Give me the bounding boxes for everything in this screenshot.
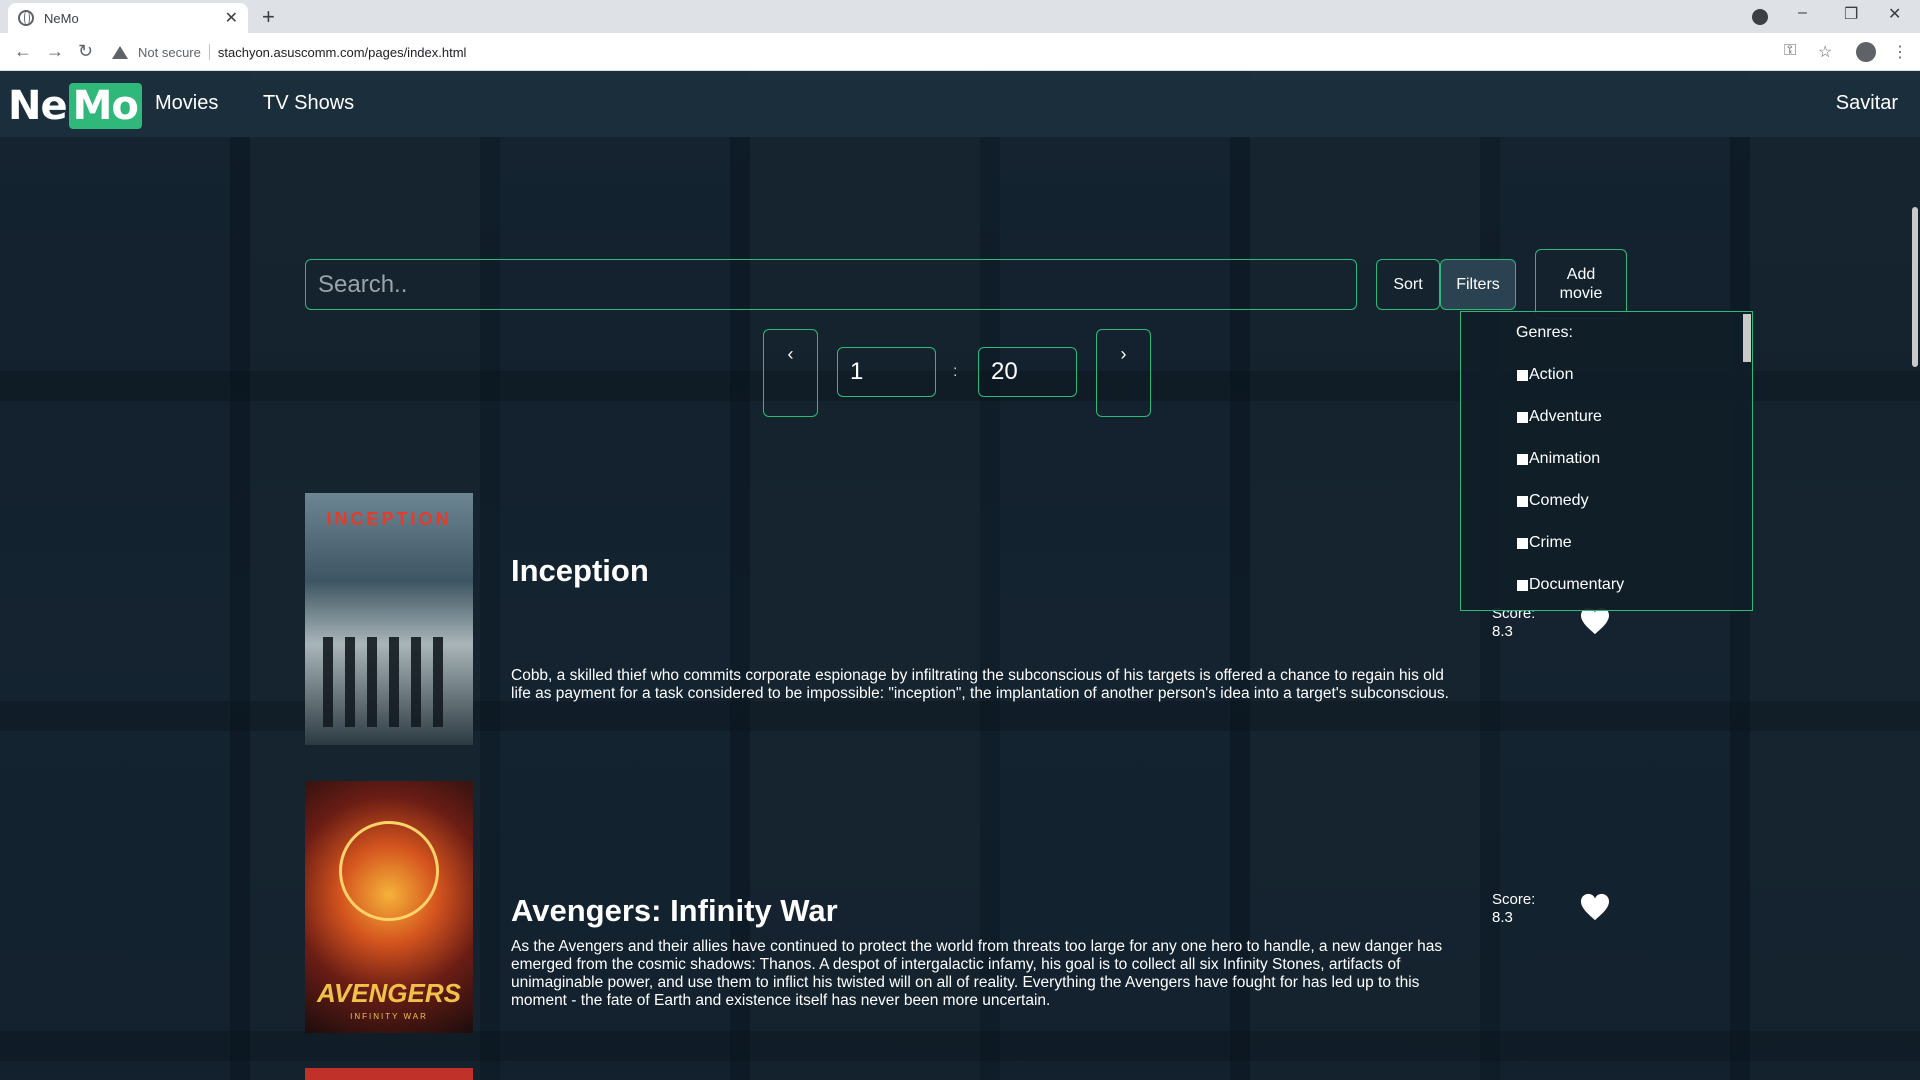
profile-avatar-icon[interactable]: [1856, 42, 1876, 62]
genre-option[interactable]: Action: [1517, 366, 1573, 384]
add-movie-button[interactable]: Add movie: [1535, 249, 1627, 319]
movie-description: As the Avengers and their allies have co…: [511, 938, 1443, 1009]
minimize-icon[interactable]: –: [1798, 4, 1807, 22]
heart-icon[interactable]: [1580, 893, 1610, 921]
genres-title: Genres:: [1516, 324, 1573, 341]
movie-score: Score: 8.3: [1492, 891, 1536, 926]
genre-checkbox[interactable]: [1517, 495, 1528, 507]
tab-title: NeMo: [44, 10, 79, 26]
site-navbar: Ne Mo Movies TV Shows Savitar: [0, 71, 1920, 137]
globe-icon: [18, 10, 34, 26]
movie-poster[interactable]: [305, 1068, 473, 1080]
warning-icon: [112, 45, 128, 59]
genre-option[interactable]: Crime: [1517, 534, 1572, 552]
search-input[interactable]: [305, 259, 1357, 310]
genre-checkbox[interactable]: [1517, 453, 1528, 465]
nemo-logo[interactable]: Ne Mo: [8, 83, 142, 129]
star-icon[interactable]: ☆: [1818, 42, 1832, 62]
genre-checkbox[interactable]: [1517, 411, 1528, 423]
user-name[interactable]: Savitar: [1836, 92, 1898, 115]
add-movie-label: Add movie: [1559, 266, 1603, 302]
url-text[interactable]: stachyon.asuscomm.com/pages/index.html: [218, 45, 467, 60]
movie-description: Cobb, a skilled thief who commits corpor…: [511, 667, 1449, 702]
browser-tab[interactable]: NeMo ✕: [8, 3, 248, 33]
filters-dropdown: Genres: Action Adventure Animation Comed…: [1460, 311, 1753, 611]
nav-movies[interactable]: Movies: [155, 92, 218, 115]
movie-title[interactable]: Inception: [511, 553, 649, 589]
genre-option[interactable]: Adventure: [1517, 408, 1602, 426]
prev-page-button[interactable]: ‹: [763, 329, 818, 417]
sort-button[interactable]: Sort: [1376, 259, 1440, 310]
movie-title[interactable]: Avengers: Infinity War: [511, 893, 838, 929]
browser-tabbar: NeMo ✕ + – ❐ ✕: [0, 0, 1920, 33]
close-tab-icon[interactable]: ✕: [225, 8, 238, 28]
scroll-thumb[interactable]: [1912, 207, 1918, 367]
tab-search-icon[interactable]: [1752, 9, 1768, 25]
omnibox[interactable]: Not secure stachyon.asuscomm.com/pages/i…: [112, 39, 466, 65]
movie-card: AVENGERS INFINITY WAR Avengers: Infinity…: [286, 781, 1866, 1071]
genre-checkbox[interactable]: [1517, 369, 1528, 381]
address-bar: ← → ↻ Not secure stachyon.asuscomm.com/p…: [0, 33, 1920, 71]
movie-poster[interactable]: AVENGERS INFINITY WAR: [305, 781, 473, 1033]
movie-poster[interactable]: INCEPTION: [305, 493, 473, 745]
genre-option[interactable]: Documentary: [1517, 576, 1624, 594]
key-icon[interactable]: ⚿: [1784, 42, 1796, 60]
filters-scrollbar[interactable]: [1742, 312, 1752, 610]
not-secure-label: Not secure: [138, 44, 201, 60]
genre-checkbox[interactable]: [1517, 579, 1528, 591]
genre-option[interactable]: Comedy: [1517, 492, 1589, 510]
back-icon[interactable]: ←: [14, 41, 32, 62]
page: Ne Mo Movies TV Shows Savitar Sort Filte…: [0, 71, 1920, 1080]
next-page-button[interactable]: ›: [1096, 329, 1151, 417]
heart-icon[interactable]: [1580, 607, 1610, 635]
menu-kebab-icon[interactable]: ⋮: [1892, 42, 1908, 62]
nav-tv-shows[interactable]: TV Shows: [263, 92, 354, 115]
reload-icon[interactable]: ↻: [78, 41, 93, 62]
genre-option[interactable]: Animation: [1517, 450, 1600, 468]
range-from-input[interactable]: 1: [837, 347, 936, 397]
filters-scroll-thumb[interactable]: [1743, 314, 1751, 362]
restore-icon[interactable]: ❐: [1844, 4, 1858, 24]
filters-button[interactable]: Filters: [1440, 259, 1516, 310]
page-scrollbar[interactable]: [1910, 137, 1920, 1080]
forward-icon[interactable]: →: [46, 41, 64, 62]
new-tab-button[interactable]: +: [262, 4, 275, 30]
range-to-input[interactable]: 20: [978, 347, 1077, 397]
range-separator: :: [953, 363, 958, 380]
genre-checkbox[interactable]: [1517, 537, 1528, 549]
window-close-icon[interactable]: ✕: [1888, 4, 1901, 24]
